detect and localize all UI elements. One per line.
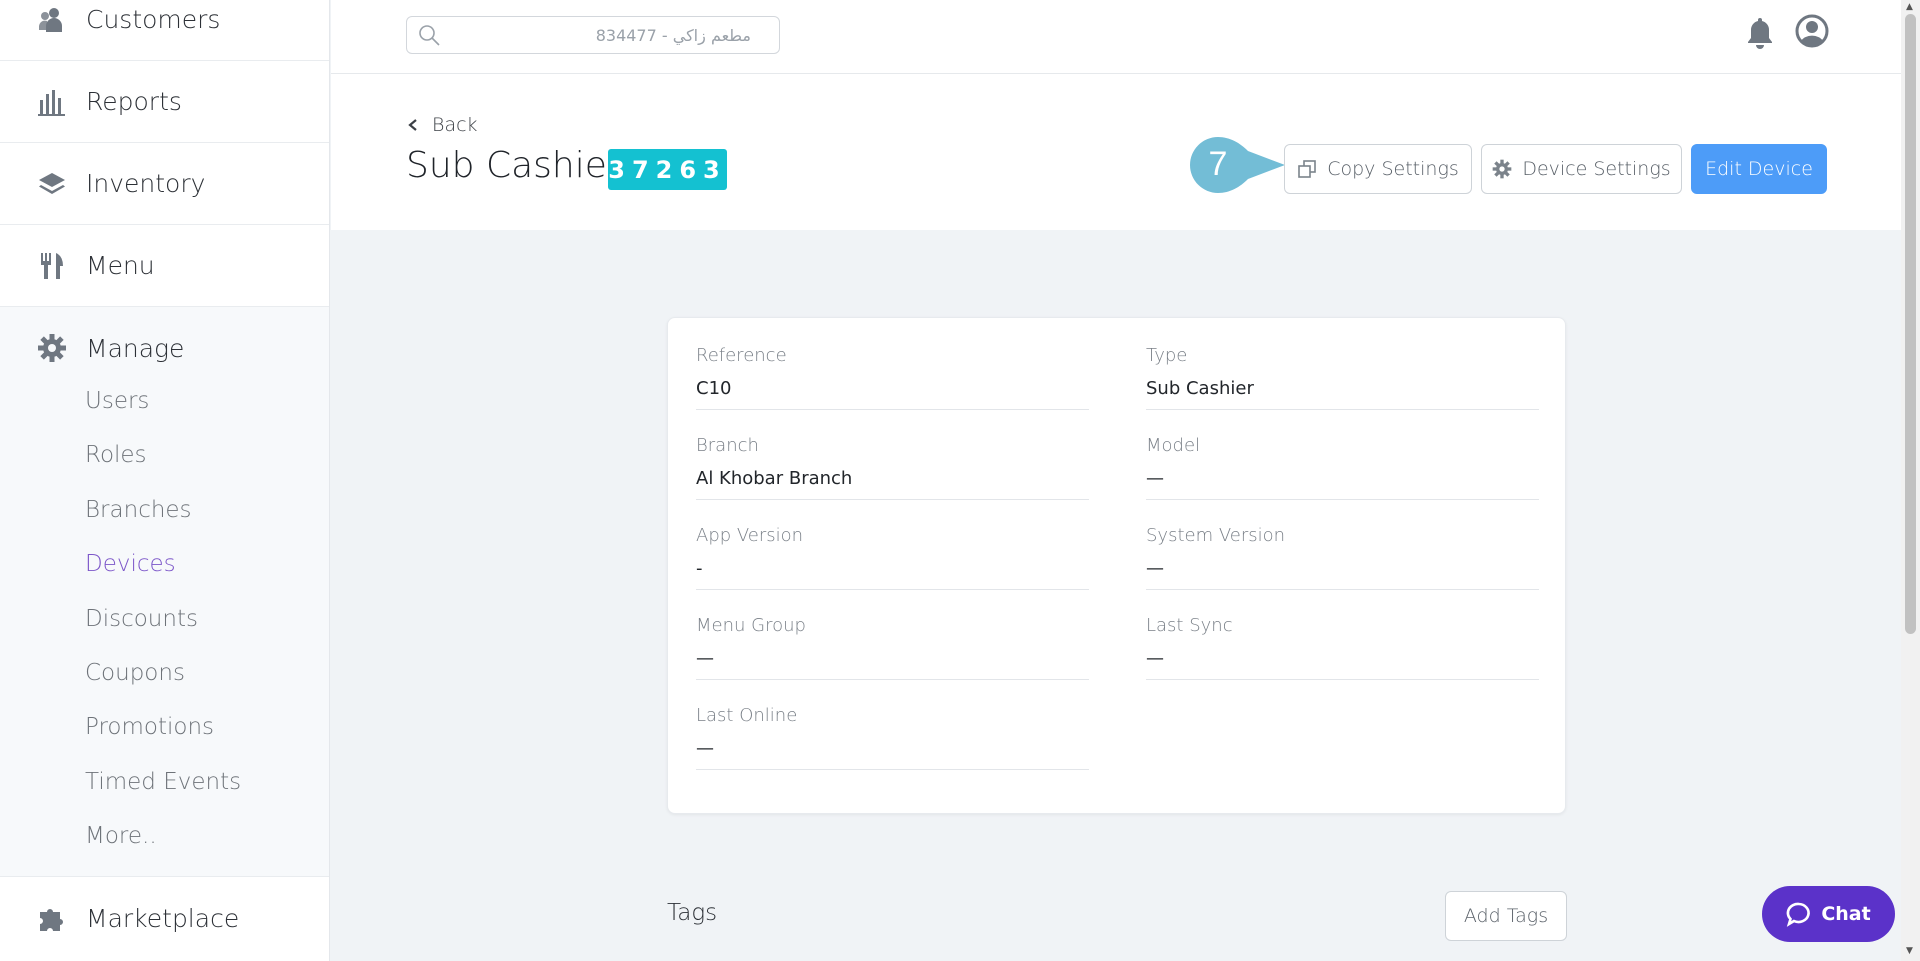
field-label: App Version [696, 525, 804, 546]
field-model: Model — [1146, 435, 1539, 500]
step-number: 7 [1209, 145, 1228, 183]
field-type: Type Sub Cashier [1146, 345, 1539, 410]
step-marker: 7 [1190, 137, 1285, 193]
field-value: C10 [696, 378, 732, 399]
field-value: — [1146, 558, 1164, 579]
page-scrollbar[interactable]: ▲ ▼ [1901, 0, 1920, 961]
field-label: Last Sync [1146, 615, 1233, 636]
copy-settings-label: Copy Settings [1327, 158, 1459, 180]
sidebar-subitem-branches[interactable]: Branches [85, 497, 192, 523]
sidebar-item-reports[interactable]: Reports [0, 61, 329, 143]
device-details-card: Reference C10 Type Sub Cashier Branch Al… [667, 317, 1566, 814]
gear-icon [36, 332, 68, 364]
sidebar-item-inventory[interactable]: Inventory [0, 143, 329, 225]
inventory-icon [36, 168, 68, 200]
field-label: Menu Group [696, 615, 806, 636]
field-branch: Branch Al Khobar Branch [696, 435, 1089, 500]
add-tags-button[interactable]: Add Tags [1445, 891, 1567, 941]
field-label: Last Online [696, 705, 798, 726]
field-value: — [696, 738, 714, 759]
sidebar-item-label: Customers [86, 5, 221, 34]
copy-settings-button[interactable]: Copy Settings [1284, 144, 1472, 194]
puzzle-icon [36, 902, 68, 934]
field-system-version: System Version — [1146, 525, 1539, 590]
back-label: Back [432, 114, 478, 136]
sidebar-item-label: Inventory [86, 169, 206, 198]
scroll-down-arrow-icon[interactable]: ▼ [1906, 946, 1913, 956]
sidebar-item-label: Menu [86, 251, 155, 280]
tags-title: Tags [667, 900, 718, 926]
field-app-version: App Version - [696, 525, 1089, 590]
device-settings-button[interactable]: Device Settings [1481, 144, 1682, 194]
sidebar-subitem-discounts[interactable]: Discounts [85, 606, 198, 632]
sidebar-subitem-roles[interactable]: Roles [85, 442, 147, 468]
scrollbar-thumb[interactable] [1905, 14, 1916, 634]
customers-icon [36, 4, 68, 36]
field-label: Model [1146, 435, 1201, 456]
sidebar-item-label: Reports [86, 87, 182, 116]
field-reference: Reference C10 [696, 345, 1089, 410]
field-label: Branch [696, 435, 759, 456]
chat-button[interactable]: Chat [1762, 886, 1895, 942]
reference-badge: 37263 [608, 149, 727, 190]
sidebar-item-customers[interactable]: Customers [0, 0, 329, 61]
search-input[interactable] [449, 24, 753, 46]
sidebar-item-label: Manage [86, 333, 185, 363]
field-label: Reference [696, 345, 787, 366]
page-title: Sub Cashier [406, 145, 622, 186]
search-box[interactable] [406, 16, 780, 54]
sidebar-subitem-timed-events[interactable]: Timed Events [85, 769, 241, 795]
search-icon [417, 23, 441, 47]
sidebar-subitem-devices[interactable]: Devices [85, 551, 176, 577]
field-value: — [1146, 468, 1164, 489]
notifications-bell-icon[interactable] [1745, 16, 1775, 50]
sidebar-item-label: Marketplace [86, 903, 240, 933]
user-avatar-icon[interactable] [1795, 14, 1829, 48]
sidebar-item-marketplace[interactable]: Marketplace [0, 877, 329, 959]
field-value: Sub Cashier [1146, 378, 1254, 399]
field-value: - [696, 558, 703, 579]
gear-icon [1492, 159, 1512, 179]
sidebar-subitem-promotions[interactable]: Promotions [85, 714, 214, 740]
field-label: Type [1146, 345, 1188, 366]
sidebar-subitem-users[interactable]: Users [85, 388, 149, 414]
reports-icon [36, 86, 68, 118]
chat-label: Chat [1821, 903, 1871, 925]
back-link[interactable]: Back [406, 114, 478, 136]
scroll-up-arrow-icon[interactable]: ▲ [1906, 2, 1913, 12]
field-value: Al Khobar Branch [696, 468, 853, 489]
field-value: — [1146, 648, 1164, 669]
sidebar-section-manage: Manage Users Roles Branches Devices Disc… [0, 307, 329, 877]
device-settings-label: Device Settings [1522, 158, 1671, 180]
field-last-sync: Last Sync — [1146, 615, 1539, 680]
sidebar-subitem-more[interactable]: More.. [85, 823, 157, 849]
field-last-online: Last Online — [696, 705, 1089, 770]
field-menu-group: Menu Group — [696, 615, 1089, 680]
sidebar-item-manage[interactable]: Manage [0, 307, 184, 389]
field-label: System Version [1146, 525, 1286, 546]
cutlery-icon [36, 250, 68, 282]
copy-icon [1297, 159, 1317, 179]
chat-bubble-icon [1786, 901, 1812, 927]
sidebar-item-menu[interactable]: Menu [0, 225, 329, 307]
sidebar-subitem-coupons[interactable]: Coupons [85, 660, 185, 686]
chevron-left-icon [406, 118, 420, 132]
field-value: — [696, 648, 714, 669]
sidebar: Customers Reports Inventory Menu Manage … [0, 0, 330, 961]
edit-device-button[interactable]: Edit Device [1691, 144, 1827, 194]
